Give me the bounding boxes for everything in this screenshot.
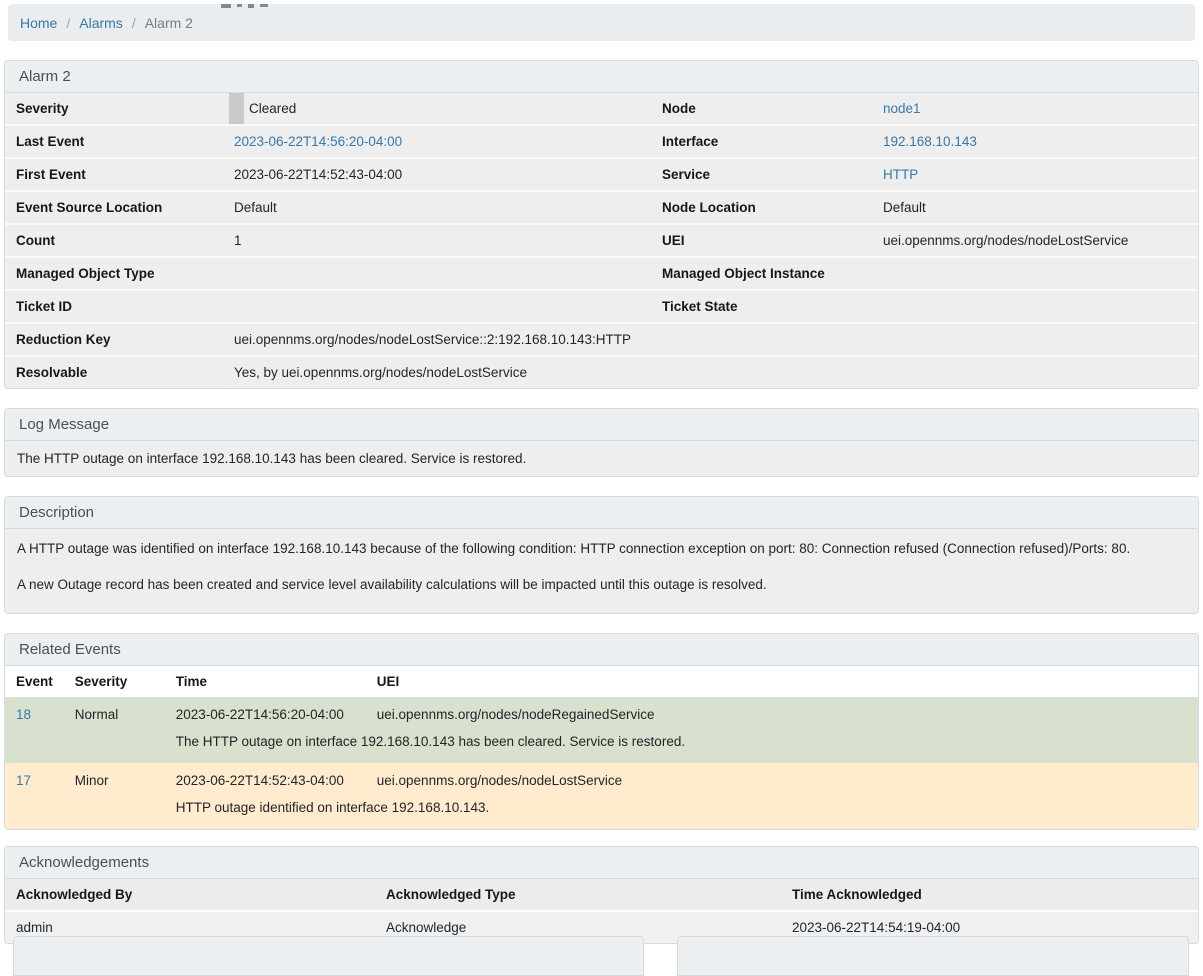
event-id-link[interactable]: 18 (16, 707, 31, 722)
ticket-state-value (878, 290, 1198, 323)
related-events-title: Related Events (5, 634, 1198, 666)
last-event-link[interactable]: 2023-06-22T14:56:20-04:00 (234, 134, 402, 149)
acknowledgements-title: Acknowledgements (5, 847, 1198, 879)
acknowledgements-panel: Acknowledgements Acknowledged By Acknowl… (4, 846, 1199, 944)
resolvable-value: Yes, by uei.opennms.org/nodes/nodeLostSe… (229, 356, 1198, 388)
event-message-row: HTTP outage identified on interface 192.… (5, 794, 1198, 829)
column-header: Time Acknowledged (781, 879, 1198, 911)
field-label: Resolvable (5, 356, 229, 388)
event-time: 2023-06-22T14:56:20-04:00 (165, 697, 366, 728)
alarm-detail-table: Severity Cleared Node node1 Last Event 2… (5, 93, 1198, 388)
table-row: Reduction Key uei.opennms.org/nodes/node… (5, 323, 1198, 356)
event-row: 18 Normal 2023-06-22T14:56:20-04:00 uei.… (5, 697, 1198, 728)
bottom-left-panel-header (13, 936, 644, 976)
field-label: Ticket ID (5, 290, 229, 323)
alarm-panel-title: Alarm 2 (5, 61, 1198, 93)
field-label: Interface (650, 125, 878, 158)
breadcrumb-separator: / (132, 15, 136, 31)
table-row: Count 1 UEI uei.opennms.org/nodes/nodeLo… (5, 224, 1198, 257)
description-paragraph: A HTTP outage was identified on interfac… (17, 539, 1186, 558)
breadcrumb-alarms-link[interactable]: Alarms (79, 15, 123, 31)
description-title: Description (5, 497, 1198, 529)
first-event-value: 2023-06-22T14:52:43-04:00 (229, 158, 650, 191)
log-message-panel: Log Message The HTTP outage on interface… (4, 408, 1199, 477)
column-header: Event (5, 666, 64, 697)
reduction-key-value: uei.opennms.org/nodes/nodeLostService::2… (229, 323, 1198, 356)
event-message-row: The HTTP outage on interface 192.168.10.… (5, 728, 1198, 763)
breadcrumb-home-link[interactable]: Home (20, 15, 57, 31)
node-location-value: Default (878, 191, 1198, 224)
table-row: Last Event 2023-06-22T14:56:20-04:00 Int… (5, 125, 1198, 158)
event-message: The HTTP outage on interface 192.168.10.… (165, 728, 1198, 763)
clipped-navbar-artifact (221, 4, 268, 9)
event-source-location-value: Default (229, 191, 650, 224)
field-label: First Event (5, 158, 229, 191)
acknowledgements-table: Acknowledged By Acknowledged Type Time A… (5, 879, 1198, 943)
log-message-title: Log Message (5, 409, 1198, 441)
managed-object-type-value (229, 257, 650, 290)
breadcrumb-current: Alarm 2 (145, 15, 193, 31)
column-header: Acknowledged By (5, 879, 375, 911)
table-row: Event Source Location Default Node Locat… (5, 191, 1198, 224)
field-label: Node (650, 93, 878, 125)
table-header-row: Acknowledged By Acknowledged Type Time A… (5, 879, 1198, 911)
related-events-table: Event Severity Time UEI 18 Normal 2023-0… (5, 666, 1198, 829)
table-row: Severity Cleared Node node1 (5, 93, 1198, 125)
field-label: Reduction Key (5, 323, 229, 356)
field-label: Severity (5, 93, 229, 125)
managed-object-instance-value (878, 257, 1198, 290)
alarm-detail-panel: Alarm 2 Severity Cleared Node node1 Last… (4, 60, 1199, 389)
column-header: Time (165, 666, 366, 697)
bottom-right-panel-header (677, 936, 1189, 976)
table-row: Ticket ID Ticket State (5, 290, 1198, 323)
event-message: HTTP outage identified on interface 192.… (165, 794, 1198, 829)
field-label: Managed Object Instance (650, 257, 878, 290)
column-header: Severity (64, 666, 165, 697)
field-label: Count (5, 224, 229, 257)
field-label: Last Event (5, 125, 229, 158)
event-uei: uei.opennms.org/nodes/nodeRegainedServic… (366, 697, 1198, 728)
event-severity: Normal (64, 697, 165, 728)
field-label: Service (650, 158, 878, 191)
event-row: 17 Minor 2023-06-22T14:52:43-04:00 uei.o… (5, 763, 1198, 794)
ticket-id-value (229, 290, 650, 323)
event-time: 2023-06-22T14:52:43-04:00 (165, 763, 366, 794)
count-value: 1 (229, 224, 650, 257)
field-label: Managed Object Type (5, 257, 229, 290)
field-label: UEI (650, 224, 878, 257)
table-header-row: Event Severity Time UEI (5, 666, 1198, 697)
related-events-panel: Related Events Event Severity Time UEI 1… (4, 633, 1199, 830)
column-header: UEI (366, 666, 1198, 697)
field-label: Event Source Location (5, 191, 229, 224)
event-severity: Minor (64, 763, 165, 794)
table-row: Resolvable Yes, by uei.opennms.org/nodes… (5, 356, 1198, 388)
table-row: Managed Object Type Managed Object Insta… (5, 257, 1198, 290)
interface-link[interactable]: 192.168.10.143 (883, 134, 977, 149)
event-id-link[interactable]: 17 (16, 773, 31, 788)
severity-indicator (229, 93, 244, 125)
table-row: First Event 2023-06-22T14:52:43-04:00 Se… (5, 158, 1198, 191)
field-label: Node Location (650, 191, 878, 224)
breadcrumb: Home / Alarms / Alarm 2 (8, 4, 1195, 41)
description-panel: Description A HTTP outage was identified… (4, 496, 1199, 614)
column-header: Acknowledged Type (375, 879, 781, 911)
description-paragraph: A new Outage record has been created and… (17, 575, 1186, 594)
uei-value: uei.opennms.org/nodes/nodeLostService (878, 224, 1198, 257)
severity-value: Cleared (244, 93, 650, 125)
service-link[interactable]: HTTP (883, 167, 918, 182)
event-uei: uei.opennms.org/nodes/nodeLostService (366, 763, 1198, 794)
log-message-text: The HTTP outage on interface 192.168.10.… (5, 441, 1198, 476)
field-label: Ticket State (650, 290, 878, 323)
node-link[interactable]: node1 (883, 101, 921, 116)
breadcrumb-separator: / (66, 15, 70, 31)
